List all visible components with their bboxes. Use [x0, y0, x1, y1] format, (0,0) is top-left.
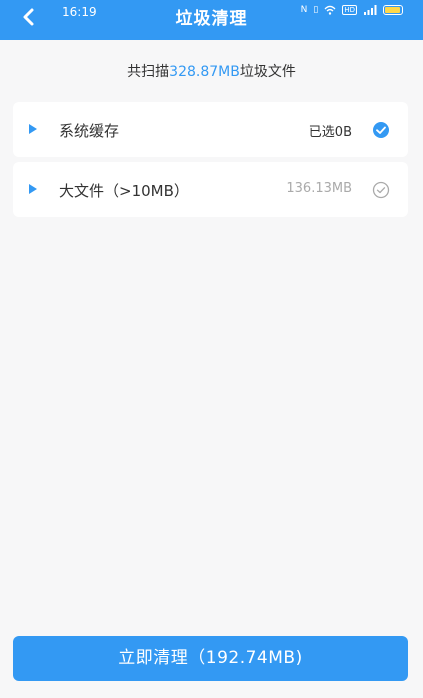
status-icons: N ▯ HD: [301, 5, 403, 15]
category-label: 系统缓存: [59, 122, 120, 140]
category-label: 大文件（>10MB）: [59, 182, 189, 200]
summary-prefix: 共扫描: [127, 64, 170, 80]
scan-summary: 共扫描328.87MB垃圾文件: [0, 61, 423, 81]
category-system-cache[interactable]: 系统缓存 已选0B: [13, 102, 408, 157]
signal-icon: [364, 5, 377, 15]
clean-now-button[interactable]: 立即清理（192.74MB): [13, 636, 408, 681]
wifi-icon: [324, 5, 336, 15]
checked-circle-icon[interactable]: [372, 121, 390, 139]
summary-suffix: 垃圾文件: [239, 64, 296, 80]
expand-arrow-icon: [29, 184, 37, 194]
category-large-files[interactable]: 大文件（>10MB） 136.13MB: [13, 162, 408, 217]
hd-icon: HD: [342, 5, 357, 15]
vibrate-icon: ▯: [313, 5, 319, 15]
battery-icon: [383, 5, 403, 15]
nfc-icon: N: [300, 5, 308, 15]
category-value: 已选0B: [308, 125, 352, 140]
title-bar: 16:19 垃圾清理 N ▯ HD: [0, 0, 423, 40]
summary-size: 328.87MB: [169, 64, 240, 80]
expand-arrow-icon: [29, 124, 37, 134]
unchecked-circle-icon[interactable]: [372, 181, 390, 199]
category-value: 136.13MB: [286, 181, 352, 196]
